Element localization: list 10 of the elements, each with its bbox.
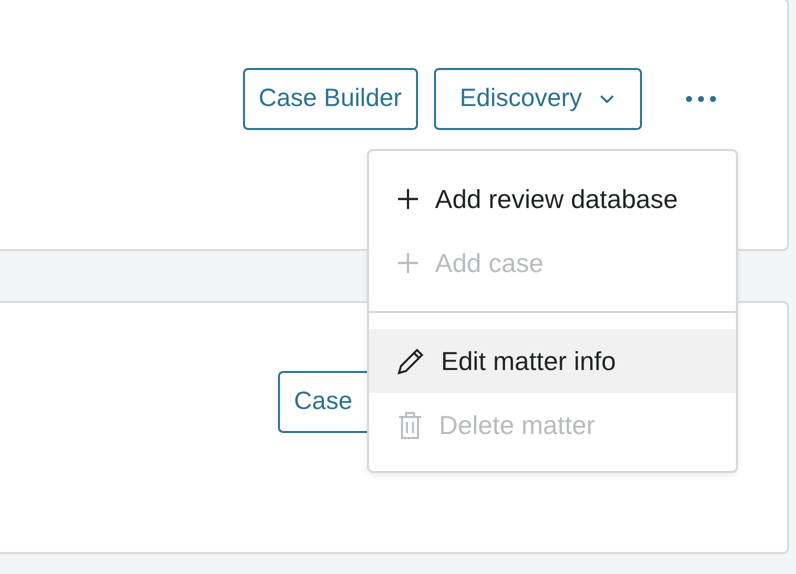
chevron-down-icon	[600, 95, 614, 103]
dropdown-button[interactable]: Ediscovery	[434, 68, 642, 130]
plus-icon	[397, 252, 419, 274]
menu-item[interactable]: Add review database	[369, 167, 736, 231]
ellipsis-icon	[686, 96, 716, 102]
case-button[interactable]: Case Builder	[242, 68, 418, 130]
pencil-icon	[397, 347, 425, 375]
menu-item[interactable]: Edit matter info	[369, 329, 736, 393]
plus-icon	[397, 188, 419, 210]
trash-icon	[397, 410, 423, 440]
